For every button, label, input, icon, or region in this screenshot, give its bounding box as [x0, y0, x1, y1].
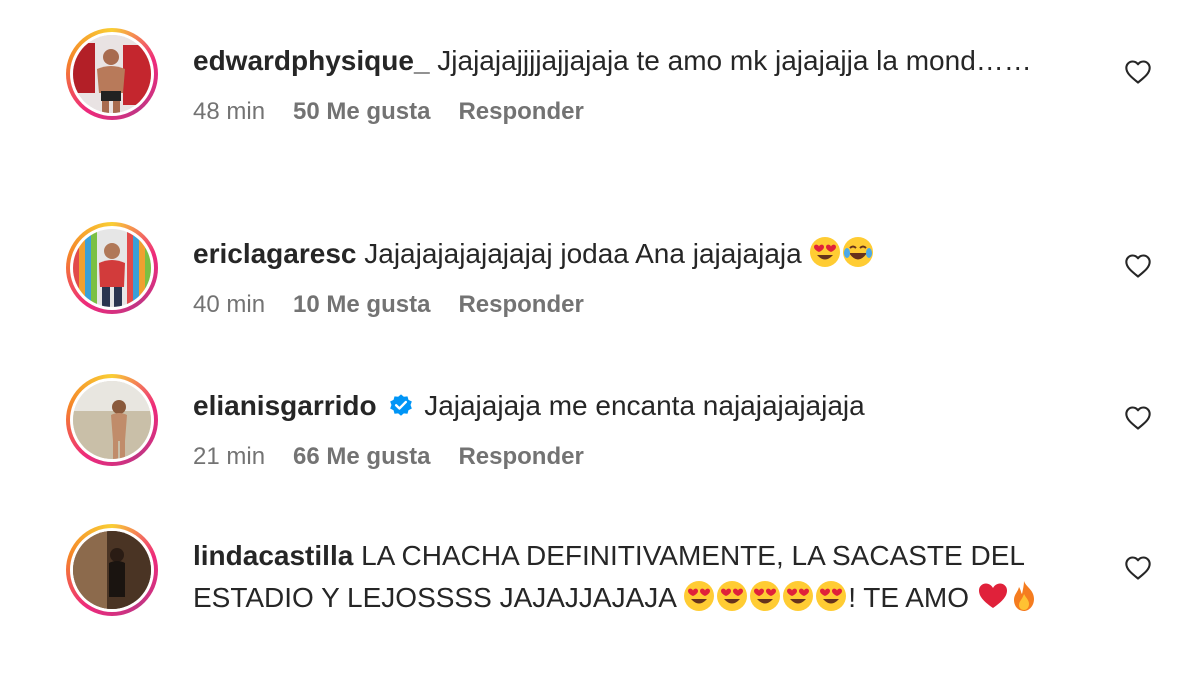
like-heart-icon[interactable]	[1124, 404, 1152, 432]
avatar	[73, 531, 151, 609]
comment-likes[interactable]: 10 Me gusta	[293, 291, 430, 319]
comment-meta: 48 min 50 Me gusta Responder	[193, 98, 1093, 126]
tears-of-joy-emoji-icon	[843, 237, 874, 267]
emoji-row	[809, 237, 875, 269]
comment-list: edwardphysique_ Jjajajajjjjajjajaja te a…	[0, 0, 1200, 675]
fire-emoji-icon	[1013, 581, 1034, 611]
comment-text: edwardphysique_ Jjajajajjjjajjajaja te a…	[193, 40, 1093, 82]
heart-eyes-emoji-icon	[810, 237, 841, 267]
like-heart-icon[interactable]	[1124, 252, 1152, 280]
comment-username[interactable]: ericlagaresc	[193, 238, 356, 269]
comment-time[interactable]: 21 min	[193, 443, 265, 471]
comment-time[interactable]: 48 min	[193, 98, 265, 126]
comment-message: Jjajajajjjjajjajaja te amo mk jajajajja …	[437, 45, 1032, 76]
emoji-row	[683, 581, 848, 613]
avatar-story-ring[interactable]	[66, 524, 158, 616]
comment-text: ericlagaresc Jajajajajajajajaj jodaa Ana…	[193, 233, 1093, 275]
comment-text: elianisgarrido Jajajajaja me encanta naj…	[193, 385, 1093, 427]
heart-eyes-emoji-icon	[816, 581, 847, 611]
like-heart-icon[interactable]	[1124, 554, 1152, 582]
heart-eyes-emoji-icon	[684, 581, 715, 611]
comment-username[interactable]: lindacastilla	[193, 540, 353, 571]
heart-eyes-emoji-icon	[717, 581, 748, 611]
reply-button[interactable]: Responder	[458, 98, 583, 126]
like-heart-icon[interactable]	[1124, 58, 1152, 86]
comment-likes[interactable]: 50 Me gusta	[293, 98, 430, 126]
reply-button[interactable]: Responder	[458, 443, 583, 471]
comment-time[interactable]: 40 min	[193, 291, 265, 319]
comment-message: Jajajajajajajajaj jodaa Ana jajajajaja	[364, 238, 802, 269]
comment-meta: 40 min 10 Me gusta Responder	[193, 291, 1093, 319]
heart-eyes-emoji-icon	[750, 581, 781, 611]
reply-button[interactable]: Responder	[458, 291, 583, 319]
verified-badge-icon	[390, 394, 413, 416]
avatar-story-ring[interactable]	[66, 28, 158, 120]
comment-likes[interactable]: 66 Me gusta	[293, 443, 430, 471]
comment-meta: 21 min 66 Me gusta Responder	[193, 443, 1093, 471]
emoji-row-end	[977, 581, 1039, 613]
red-heart-emoji-icon	[978, 583, 1007, 608]
comment-message-end: ! TE AMO	[848, 582, 970, 613]
heart-eyes-emoji-icon	[783, 581, 814, 611]
avatar	[73, 35, 151, 113]
comment-username[interactable]: elianisgarrido	[193, 390, 377, 421]
avatar-story-ring[interactable]	[66, 374, 158, 466]
avatar	[73, 229, 151, 307]
avatar	[73, 381, 151, 459]
avatar-story-ring[interactable]	[66, 222, 158, 314]
comment-message: Jajajajaja me encanta najajajajajaja	[424, 390, 865, 421]
comment-text: lindacastilla LA CHACHA DEFINITIVAMENTE,…	[193, 535, 1093, 619]
comment-username[interactable]: edwardphysique_	[193, 45, 430, 76]
